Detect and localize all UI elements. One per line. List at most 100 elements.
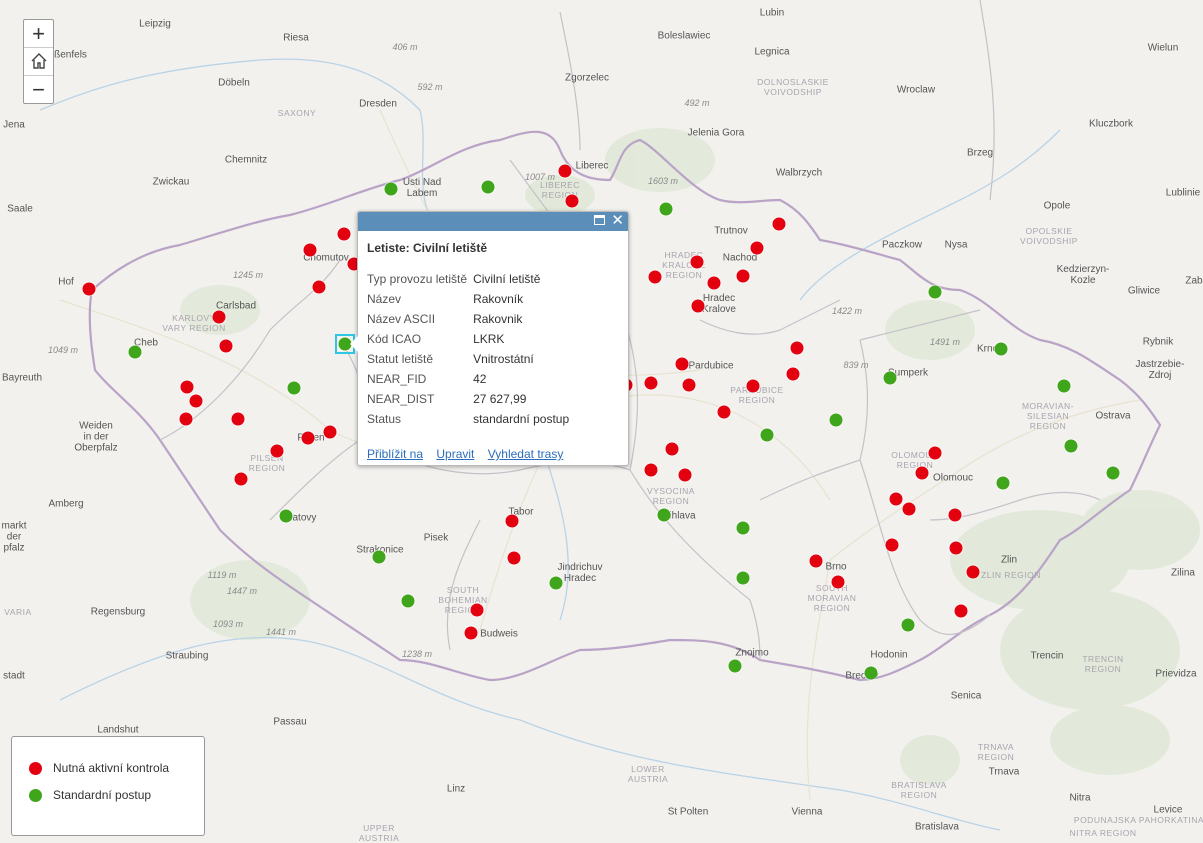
place-label: Paczkow <box>881 239 923 251</box>
place-label: Zilina <box>1171 567 1195 579</box>
airport-marker-standard[interactable] <box>829 413 843 427</box>
attribute-label: Typ provozu letiště <box>367 272 468 286</box>
home-button[interactable] <box>24 48 53 76</box>
airport-marker-control-required[interactable] <box>717 405 731 419</box>
airport-marker-control-required[interactable] <box>889 492 903 506</box>
airport-marker-standard[interactable] <box>864 666 878 680</box>
airport-marker-control-required[interactable] <box>902 502 916 516</box>
airport-marker-control-required[interactable] <box>323 425 337 439</box>
zoom-out-button[interactable]: − <box>24 76 53 103</box>
place-label: Zlin <box>1000 554 1018 566</box>
airport-marker-control-required[interactable] <box>665 442 679 456</box>
airport-marker-control-required[interactable] <box>644 463 658 477</box>
airport-marker-control-required[interactable] <box>948 508 962 522</box>
airport-marker-control-required[interactable] <box>648 270 662 284</box>
airport-marker-control-required[interactable] <box>301 431 315 445</box>
airport-marker-standard[interactable] <box>901 618 915 632</box>
airport-marker-standard[interactable] <box>736 521 750 535</box>
airport-marker-standard[interactable] <box>481 180 495 194</box>
airport-marker-standard[interactable] <box>384 182 398 196</box>
place-label: Brno <box>825 561 847 573</box>
airport-marker-standard[interactable] <box>657 508 671 522</box>
airport-marker-control-required[interactable] <box>928 446 942 460</box>
get-directions-link[interactable]: Vyhledat trasy <box>488 447 564 461</box>
airport-marker-control-required[interactable] <box>675 357 689 371</box>
airport-marker-control-required[interactable] <box>682 378 696 392</box>
attribute-row: Název Rakovník <box>367 289 575 309</box>
airport-marker-standard[interactable] <box>928 285 942 299</box>
airport-marker-control-required[interactable] <box>750 241 764 255</box>
airport-marker-control-required[interactable] <box>180 380 194 394</box>
airport-marker-standard[interactable] <box>279 509 293 523</box>
airport-marker-control-required[interactable] <box>337 227 351 241</box>
airport-marker-standard[interactable] <box>736 571 750 585</box>
airport-marker-control-required[interactable] <box>885 538 899 552</box>
airport-marker-standard[interactable] <box>883 371 897 385</box>
airport-marker-control-required[interactable] <box>949 541 963 555</box>
zoom-control: + − <box>23 19 54 104</box>
airport-marker-control-required[interactable] <box>678 468 692 482</box>
airport-marker-control-required[interactable] <box>790 341 804 355</box>
place-label: Lublinie <box>1165 187 1201 199</box>
place-label: Budweis <box>480 628 518 640</box>
airport-marker-standard[interactable] <box>659 202 673 216</box>
airport-marker-control-required[interactable] <box>507 551 521 565</box>
airport-marker-control-required[interactable] <box>565 194 579 208</box>
airport-marker-standard[interactable] <box>401 594 415 608</box>
airport-marker-standard[interactable] <box>996 476 1010 490</box>
airport-marker-control-required[interactable] <box>707 276 721 290</box>
airport-marker-standard[interactable] <box>372 550 386 564</box>
place-label: Walbrzych <box>775 167 823 179</box>
airport-marker-control-required[interactable] <box>82 282 96 296</box>
airport-marker-control-required[interactable] <box>831 575 845 589</box>
airport-marker-control-required[interactable] <box>736 269 750 283</box>
airport-marker-control-required[interactable] <box>746 379 760 393</box>
airport-marker-control-required[interactable] <box>219 339 233 353</box>
airport-marker-control-required[interactable] <box>786 367 800 381</box>
elevation-label: 592 m <box>417 82 443 92</box>
airport-marker-standard[interactable] <box>549 576 563 590</box>
airport-marker-control-required[interactable] <box>464 626 478 640</box>
airport-marker-control-required[interactable] <box>915 466 929 480</box>
maximize-icon[interactable] <box>594 214 606 228</box>
attribute-row: NEAR_DIST 27 627,99 <box>367 389 575 409</box>
airport-marker-control-required[interactable] <box>303 243 317 257</box>
airport-marker-standard[interactable] <box>760 428 774 442</box>
airport-marker-control-required[interactable] <box>690 255 704 269</box>
airport-marker-control-required[interactable] <box>558 164 572 178</box>
airport-marker-control-required[interactable] <box>234 472 248 486</box>
edit-link[interactable]: Upravit <box>436 447 474 461</box>
airport-marker-control-required[interactable] <box>189 394 203 408</box>
airport-marker-control-required[interactable] <box>270 444 284 458</box>
airport-marker-control-required[interactable] <box>212 310 226 324</box>
airport-marker-control-required[interactable] <box>691 299 705 313</box>
region-label: TRNAVA REGION <box>977 742 1015 762</box>
airport-marker-standard[interactable] <box>1064 439 1078 453</box>
airport-marker-standard[interactable] <box>128 345 142 359</box>
airport-marker-standard[interactable] <box>1106 466 1120 480</box>
airport-marker-control-required[interactable] <box>966 565 980 579</box>
zoom-to-link[interactable]: Přiblížit na <box>367 447 423 461</box>
airport-marker-standard[interactable] <box>287 381 301 395</box>
airport-marker-control-required[interactable] <box>809 554 823 568</box>
zoom-in-button[interactable]: + <box>24 20 53 48</box>
airport-marker-control-required[interactable] <box>772 217 786 231</box>
place-label: Kluczbork <box>1089 118 1133 130</box>
airport-marker-control-required[interactable] <box>954 604 968 618</box>
place-label: Legnica <box>754 46 790 58</box>
attribute-row: Statut letiště Vnitrostátní <box>367 349 575 369</box>
airport-marker-control-required[interactable] <box>505 514 519 528</box>
airport-marker-control-required[interactable] <box>179 412 193 426</box>
airport-marker-standard[interactable] <box>994 342 1008 356</box>
close-icon[interactable]: ✕ <box>611 213 624 228</box>
airport-marker-control-required[interactable] <box>231 412 245 426</box>
place-label: Liberec <box>575 160 609 172</box>
attribute-label: Název <box>367 292 402 306</box>
airport-marker-standard[interactable] <box>1057 379 1071 393</box>
airport-marker-control-required[interactable] <box>644 376 658 390</box>
airport-marker-control-required[interactable] <box>470 603 484 617</box>
airport-marker-control-required[interactable] <box>312 280 326 294</box>
place-label: Nysa <box>944 239 968 251</box>
place-label: Levice <box>1153 804 1183 816</box>
airport-marker-standard[interactable] <box>728 659 742 673</box>
